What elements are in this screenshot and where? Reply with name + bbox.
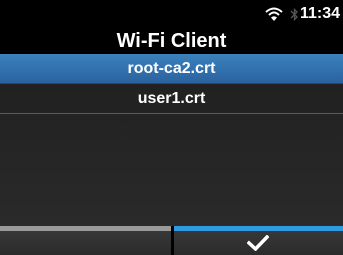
list-item-label: root-ca2.crt — [127, 60, 216, 77]
list-item-label: user1.crt — [137, 90, 206, 107]
screen: 11:34 Wi-Fi Client root-ca2.crt user1.cr… — [0, 0, 343, 255]
softkey-bar — [0, 226, 343, 255]
clock-time: 11:34 — [300, 5, 341, 22]
softkey-right-indicator — [174, 226, 343, 231]
softkey-left-button[interactable] — [0, 226, 171, 255]
page-title: Wi-Fi Client — [116, 30, 227, 52]
softkey-left-indicator — [0, 226, 171, 231]
certificate-list: root-ca2.crt user1.crt — [0, 54, 343, 226]
status-bar: 11:34 — [0, 0, 343, 28]
wifi-icon — [265, 7, 283, 21]
list-item-user1[interactable]: user1.crt — [0, 84, 343, 114]
list-item-root-ca2[interactable]: root-ca2.crt — [0, 54, 343, 84]
bluetooth-icon — [290, 7, 298, 22]
checkmark-icon — [247, 235, 269, 251]
confirm-button[interactable] — [174, 226, 343, 255]
